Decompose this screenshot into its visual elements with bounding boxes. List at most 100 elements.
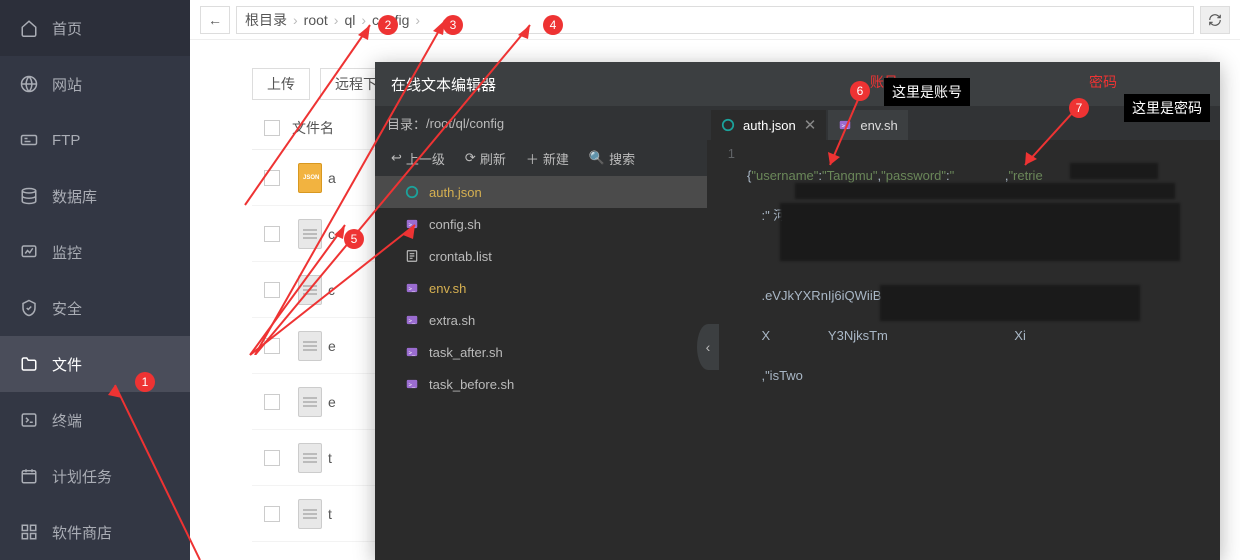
- sidebar-item-label: FTP: [52, 132, 80, 149]
- row-checkbox[interactable]: [264, 170, 280, 186]
- file-label: auth.json: [429, 185, 482, 200]
- badge-6: 6: [850, 81, 870, 101]
- editor-file-item[interactable]: >_ config.sh: [375, 208, 707, 240]
- file-label: task_before.sh: [429, 377, 514, 392]
- sidebar-item-label: 首页: [52, 18, 82, 39]
- file-icon: >_: [405, 313, 419, 327]
- sidebar-item-home[interactable]: 首页: [0, 0, 190, 56]
- file-label: task_after.sh: [429, 345, 503, 360]
- select-all-checkbox[interactable]: [264, 120, 280, 136]
- refresh-button[interactable]: [1200, 6, 1230, 34]
- svg-text:>_: >_: [409, 318, 416, 324]
- svg-text:>_: >_: [409, 382, 416, 388]
- sidebar-item-terminal[interactable]: 终端: [0, 392, 190, 448]
- file-icon: >_: [405, 345, 419, 359]
- breadcrumb-seg[interactable]: ql: [344, 12, 355, 28]
- file-label: extra.sh: [429, 313, 475, 328]
- file-icon: >_: [405, 281, 419, 295]
- sidebar-item-website[interactable]: 网站: [0, 56, 190, 112]
- monitor-icon: [20, 243, 38, 261]
- breadcrumb-seg[interactable]: root: [304, 12, 328, 28]
- breadcrumb-bar: ← 根目录 › root › ql › config ›: [190, 0, 1240, 40]
- tool-search[interactable]: 🔍 搜索: [581, 145, 643, 172]
- file-label: crontab.list: [429, 249, 492, 264]
- sidebar-item-label: 网站: [52, 74, 82, 95]
- row-checkbox[interactable]: [264, 506, 280, 522]
- svg-text:>_: >_: [409, 350, 416, 356]
- editor-file-item[interactable]: >_ task_after.sh: [375, 336, 707, 368]
- editor-toolbar: ↩ 上一级 ⟳ 刷新 ＋ 新建 🔍 搜索: [375, 140, 707, 176]
- terminal-icon: [20, 411, 38, 429]
- tab-label: auth.json: [743, 118, 796, 133]
- sidebar-item-label: 软件商店: [52, 522, 112, 543]
- shield-icon: [20, 299, 38, 317]
- drag-handle[interactable]: ‹: [697, 324, 719, 370]
- tab-icon: >_: [838, 118, 852, 132]
- badge-1: 1: [135, 372, 155, 392]
- svg-text:>_: >_: [409, 286, 416, 292]
- tab-icon: [721, 118, 735, 132]
- row-checkbox[interactable]: [264, 338, 280, 354]
- file-icon: [405, 185, 419, 199]
- sidebar-item-label: 监控: [52, 242, 82, 263]
- row-checkbox[interactable]: [264, 226, 280, 242]
- sidebar-item-security[interactable]: 安全: [0, 280, 190, 336]
- editor-file-item[interactable]: >_ extra.sh: [375, 304, 707, 336]
- tool-refresh[interactable]: ⟳ 刷新: [457, 145, 514, 172]
- folder-icon: [20, 355, 38, 373]
- sidebar-item-label: 安全: [52, 298, 82, 319]
- editor-file-item[interactable]: auth.json: [375, 176, 707, 208]
- editor-file-item[interactable]: crontab.list: [375, 240, 707, 272]
- tab-label: env.sh: [860, 118, 897, 133]
- row-checkbox[interactable]: [264, 394, 280, 410]
- sidebar-item-database[interactable]: 数据库: [0, 168, 190, 224]
- file-type-icon: [292, 387, 328, 417]
- file-type-icon: [292, 499, 328, 529]
- anno-account-box: 这里是账号: [884, 78, 970, 106]
- badge-3: 3: [443, 15, 463, 35]
- editor-tab[interactable]: >_ env.sh: [828, 110, 907, 140]
- svg-text:>_: >_: [409, 222, 416, 228]
- database-icon: [20, 187, 38, 205]
- editor-file-item[interactable]: >_ task_before.sh: [375, 368, 707, 400]
- file-type-icon: JSON: [292, 163, 328, 193]
- editor-file-item[interactable]: >_ env.sh: [375, 272, 707, 304]
- svg-text:>_: >_: [842, 123, 849, 129]
- row-checkbox[interactable]: [264, 282, 280, 298]
- file-icon: >_: [405, 377, 419, 391]
- sidebar-item-ftp[interactable]: FTP: [0, 112, 190, 168]
- editor-path: 目录：/root/ql/config: [375, 106, 707, 140]
- badge-5: 5: [344, 229, 364, 249]
- calendar-icon: [20, 467, 38, 485]
- upload-button[interactable]: 上传: [252, 68, 310, 100]
- back-button[interactable]: ←: [200, 6, 230, 34]
- file-type-icon: [292, 219, 328, 249]
- sidebar: 首页 网站 FTP 数据库 监控 安全 文件 终端 计划任务 软件商店: [0, 0, 190, 560]
- file-type-icon: [292, 331, 328, 361]
- sidebar-item-files[interactable]: 文件: [0, 336, 190, 392]
- tool-up[interactable]: ↩ 上一级: [383, 145, 453, 172]
- breadcrumb-root[interactable]: 根目录: [245, 10, 287, 30]
- sidebar-item-label: 数据库: [52, 186, 97, 207]
- close-icon[interactable]: ✕: [804, 116, 817, 134]
- file-type-icon: [292, 443, 328, 473]
- file-icon: [405, 249, 419, 263]
- sidebar-item-label: 计划任务: [52, 466, 112, 487]
- tool-new[interactable]: ＋ 新建: [518, 145, 577, 172]
- editor-tab[interactable]: auth.json ✕: [711, 110, 826, 140]
- file-label: config.sh: [429, 217, 481, 232]
- row-checkbox[interactable]: [264, 450, 280, 466]
- file-label: env.sh: [429, 281, 466, 296]
- sidebar-item-cron[interactable]: 计划任务: [0, 448, 190, 504]
- home-icon: [20, 19, 38, 37]
- sidebar-item-appstore[interactable]: 软件商店: [0, 504, 190, 560]
- sidebar-item-monitor[interactable]: 监控: [0, 224, 190, 280]
- anno-password-label: 密码: [1089, 72, 1117, 92]
- apps-icon: [20, 523, 38, 541]
- ftp-icon: [20, 131, 38, 149]
- file-type-icon: [292, 275, 328, 305]
- globe-icon: [20, 75, 38, 93]
- file-icon: >_: [405, 217, 419, 231]
- sidebar-item-label: 终端: [52, 410, 82, 431]
- badge-2: 2: [378, 15, 398, 35]
